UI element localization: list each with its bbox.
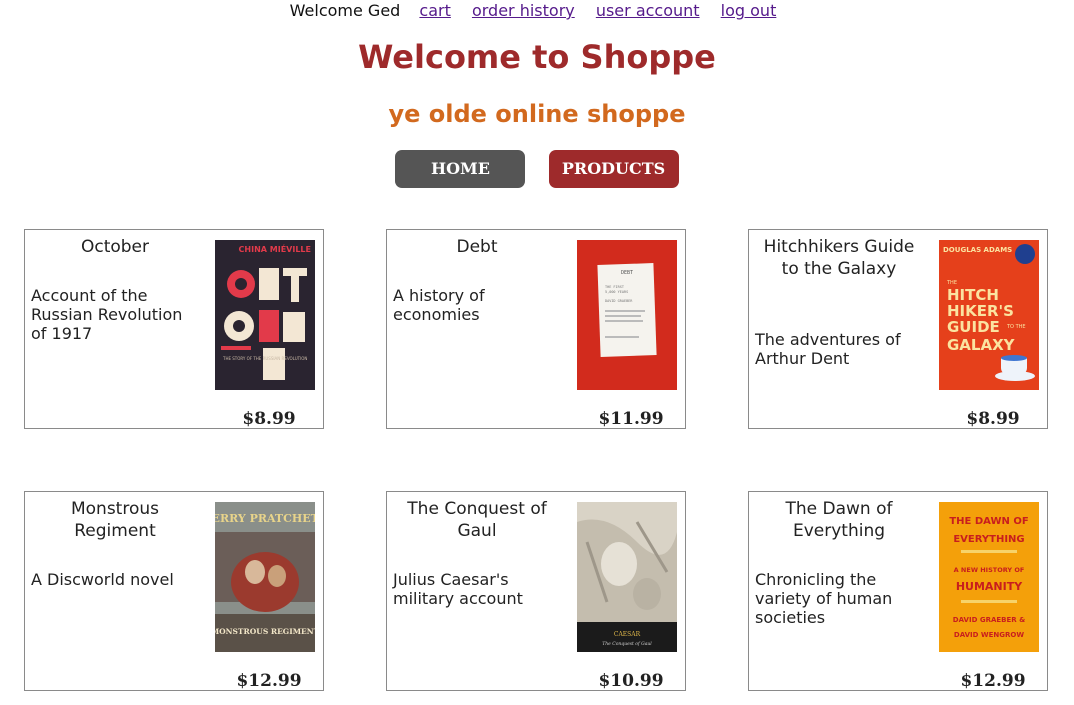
svg-text:The Conquest of Gaul: The Conquest of Gaul [602, 641, 652, 647]
svg-text:THE STORY OF THE RUSSIAN REVOL: THE STORY OF THE RUSSIAN REVOLUTION [222, 356, 307, 361]
svg-text:TERRY PRATCHETT: TERRY PRATCHETT [215, 512, 315, 525]
product-description: A Discworld novel [31, 570, 174, 589]
main-nav: HOME PRODUCTS [0, 150, 1074, 188]
svg-text:DAVID WENGROW: DAVID WENGROW [954, 631, 1024, 639]
svg-text:MONSTROUS REGIMENT: MONSTROUS REGIMENT [215, 627, 315, 636]
svg-text:DAVID GRAEBER &: DAVID GRAEBER & [953, 616, 1025, 624]
product-name: The Dawn of Everything [785, 499, 893, 541]
product-description: The adventures of Arthur Dent [755, 330, 901, 368]
products-button[interactable]: PRODUCTS [548, 150, 679, 188]
page-title: Welcome to Shoppe [358, 38, 716, 76]
welcome-text: Welcome Ged [289, 1, 401, 20]
product-name: Debt [456, 237, 498, 257]
product-description: Account of the Russian Revolution of 191… [31, 286, 183, 343]
product-price: $10.99 [598, 671, 664, 691]
cart-link[interactable]: cart [419, 1, 450, 20]
product-name: Hitchhikers Guide to the Galaxy [763, 237, 915, 279]
product-card[interactable]: The Conquest of Gaul Julius Caesar's mil… [386, 491, 686, 691]
product-card[interactable]: The Dawn of Everything Chronicling the v… [748, 491, 1048, 691]
product-cover-image[interactable]: CHINA MIÉVILLE THE STORY OF THE RUSSIAN … [215, 240, 315, 390]
user-bar: Welcome Ged cart order history user acco… [0, 0, 1074, 22]
product-description: Julius Caesar's military account [393, 570, 523, 608]
log-out-link[interactable]: log out [721, 1, 777, 20]
product-name: October [80, 237, 150, 257]
svg-text:CAESAR: CAESAR [614, 631, 641, 638]
svg-text:5,000 YEARS: 5,000 YEARS [605, 290, 628, 294]
svg-text:THE DAWN OF: THE DAWN OF [949, 516, 1028, 527]
svg-text:GALAXY: GALAXY [947, 336, 1016, 354]
svg-text:DAVID GRAEBER: DAVID GRAEBER [605, 299, 633, 303]
product-name: The Conquest of Gaul [407, 499, 547, 541]
page-subtitle: ye olde online shoppe [388, 100, 686, 128]
product-cover-image[interactable]: DOUGLAS ADAMS THE HITCH HIKER'S GUIDE TO… [939, 240, 1039, 390]
svg-text:A NEW HISTORY OF: A NEW HISTORY OF [954, 566, 1025, 574]
product-card[interactable]: Monstrous Regiment A Discworld novel TER… [24, 491, 324, 691]
svg-text:CHINA MIÉVILLE: CHINA MIÉVILLE [239, 243, 311, 254]
product-description: A history of economies [393, 286, 485, 324]
product-card[interactable]: Debt A history of economies DEBT THE FIR… [386, 229, 686, 429]
product-price: $12.99 [960, 671, 1026, 691]
product-price: $8.99 [242, 409, 296, 429]
svg-text:HUMANITY: HUMANITY [956, 580, 1023, 593]
product-card[interactable]: Hitchhikers Guide to the Galaxy The adve… [748, 229, 1048, 429]
product-cover-image[interactable]: TERRY PRATCHETT MONSTROUS REGIMENT [215, 502, 315, 652]
product-cover-image[interactable]: DEBT THE FIRST 5,000 YEARS DAVID GRAEBER [577, 240, 677, 390]
svg-text:TO THE: TO THE [1006, 324, 1026, 330]
svg-text:EVERYTHING: EVERYTHING [953, 534, 1024, 545]
svg-text:DOUGLAS ADAMS: DOUGLAS ADAMS [943, 246, 1012, 254]
svg-text:DEBT: DEBT [621, 270, 633, 276]
product-description: Chronicling the variety of human societi… [755, 570, 893, 627]
product-price: $11.99 [598, 409, 664, 429]
product-price: $8.99 [966, 409, 1020, 429]
svg-text:THE FIRST: THE FIRST [605, 285, 625, 289]
product-cover-image[interactable]: CAESAR The Conquest of Gaul [577, 502, 677, 652]
order-history-link[interactable]: order history [472, 1, 575, 20]
product-price: $12.99 [236, 671, 302, 691]
product-name: Monstrous Regiment [70, 499, 159, 541]
product-cover-image[interactable]: THE DAWN OF EVERYTHING A NEW HISTORY OF … [939, 502, 1039, 652]
svg-text:GUIDE: GUIDE [947, 318, 1000, 336]
product-card[interactable]: October Account of the Russian Revolutio… [24, 229, 324, 429]
user-account-link[interactable]: user account [596, 1, 700, 20]
home-button[interactable]: HOME [395, 150, 526, 188]
